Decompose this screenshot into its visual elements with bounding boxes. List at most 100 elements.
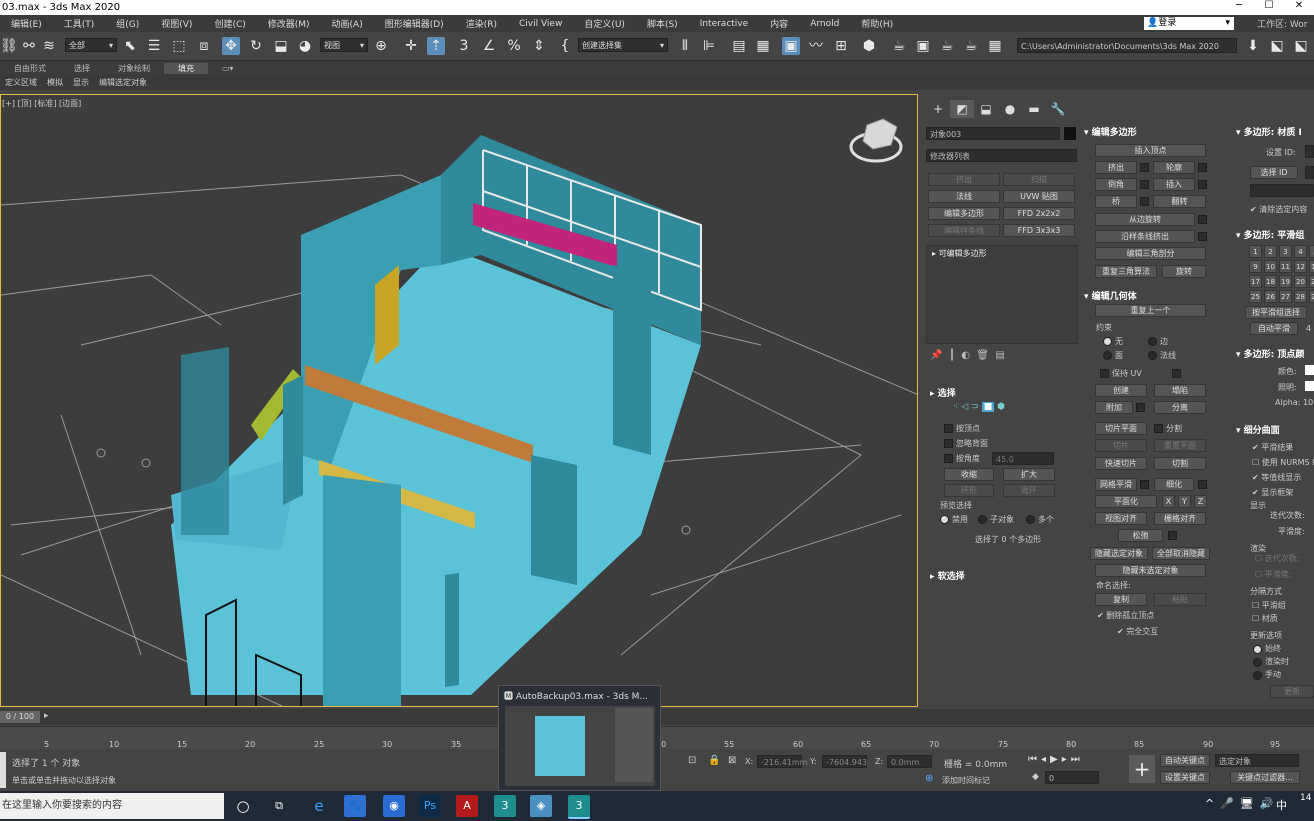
border-mode-icon[interactable]: ⊃ <box>971 402 979 412</box>
planarize-x-button[interactable]: X <box>1162 495 1175 508</box>
login-dropdown[interactable]: 👤登录 ▾ <box>1144 17 1234 30</box>
menu-group[interactable]: 组(G) <box>105 17 150 30</box>
extrude-along-spline-button[interactable]: 沿样条线挤出 <box>1095 230 1195 243</box>
ime-indicator[interactable]: 中 <box>1276 797 1287 813</box>
define-area-button[interactable]: 定义区域 <box>0 77 42 88</box>
key-filters-button[interactable]: 关键点过滤器... <box>1230 771 1300 784</box>
ffd-333-button[interactable]: FFD 3x3x3 <box>1003 224 1075 237</box>
snaps-toggle-icon[interactable]: 3 <box>455 37 473 55</box>
slice-plane-button[interactable]: 切片平面 <box>1095 422 1147 435</box>
turn-button[interactable]: 旋转 <box>1162 265 1206 278</box>
unhide-all-button[interactable]: 全部取消隐藏 <box>1152 547 1210 560</box>
by-angle-checkbox[interactable] <box>944 454 953 463</box>
extrude-spline-settings-icon[interactable] <box>1198 232 1207 241</box>
copy-button[interactable]: 复制 <box>1095 593 1147 606</box>
extrude-mod-button[interactable]: 挤出 <box>928 173 1000 186</box>
update-render-radio[interactable] <box>1253 658 1262 667</box>
render-gallery-icon[interactable]: ▦ <box>986 37 1004 55</box>
clear-selection-checkbox[interactable]: ✔ 清除选定内容 <box>1250 204 1307 215</box>
loop-button[interactable]: 循环 <box>1003 484 1055 497</box>
select-id-spinner[interactable] <box>1305 166 1314 179</box>
edit-named-sel-icon[interactable]: { <box>556 37 574 55</box>
edit-polygons-title[interactable]: ▾ 编辑多边形 <box>1084 125 1137 138</box>
meshsmooth-button[interactable]: 网格平滑 <box>1095 478 1137 491</box>
sg-button[interactable]: 21 <box>1309 275 1314 288</box>
sg-button[interactable]: 3 <box>1279 245 1292 258</box>
cut-button[interactable]: 切割 <box>1154 457 1206 470</box>
ignore-back-checkbox[interactable] <box>944 439 953 448</box>
sg-button[interactable]: 18 <box>1264 275 1277 288</box>
polygon-mode-icon[interactable]: ■ <box>981 402 995 412</box>
link-icon[interactable]: ⛓ <box>0 37 18 55</box>
sg-button[interactable]: 4 <box>1294 245 1307 258</box>
render-iterative-icon[interactable]: ☕ <box>962 37 980 55</box>
update-button[interactable]: 更新 <box>1270 685 1314 698</box>
scene-explorer-icon[interactable]: ▤ <box>730 37 748 55</box>
render-iterations[interactable]: ☐ 迭代次数: <box>1255 553 1299 564</box>
ribbon-toggle-icon[interactable]: ▣ <box>782 37 800 55</box>
menu-edit[interactable]: 编辑(E) <box>0 17 53 30</box>
select-move-icon[interactable]: ✥ <box>222 37 240 55</box>
place-icon[interactable]: ◕ <box>296 37 314 55</box>
object-name-field[interactable]: 对象003 <box>926 127 1060 140</box>
rendered-frame-icon[interactable]: ▣ <box>914 37 932 55</box>
preview-off-radio[interactable] <box>940 515 949 524</box>
normal-mod-button[interactable]: 法线 <box>928 190 1000 203</box>
sg-button[interactable]: 27 <box>1279 290 1292 303</box>
make-unique-icon[interactable]: ◐ <box>961 350 970 361</box>
max-icon-1[interactable]: 3 <box>494 795 516 817</box>
isolate-icon[interactable]: ⊡ <box>688 755 696 766</box>
task-view-icon[interactable]: ⧉ <box>268 795 290 817</box>
subdivision-title[interactable]: ▾ 细分曲面 <box>1236 423 1280 436</box>
edit-poly-mod-button[interactable]: 编辑多边形 <box>928 207 1000 220</box>
constraint-none-radio[interactable] <box>1103 337 1112 346</box>
use-nurms-checkbox[interactable]: ☐ 使用 NURMS 细 <box>1252 457 1314 468</box>
split-checkbox[interactable] <box>1154 424 1163 433</box>
select-id-button[interactable]: 选择 ID <box>1250 166 1298 179</box>
bridge-settings-icon[interactable] <box>1140 197 1149 206</box>
browser-icon[interactable]: ◉ <box>383 795 405 817</box>
illum-swatch[interactable] <box>1305 381 1314 391</box>
object-color-swatch[interactable] <box>1064 127 1076 140</box>
material-name-dropdown[interactable] <box>1250 184 1314 197</box>
detach-button[interactable]: 分离 <box>1154 401 1206 414</box>
max-icon-2[interactable]: 3 <box>568 795 590 819</box>
taskbar-preview[interactable]: 🅼 AutoBackup03.max - 3ds M... <box>498 685 661 791</box>
hide-unselected-button[interactable]: 隐藏未选定对象 <box>1095 564 1206 577</box>
attach-button[interactable]: 附加 <box>1095 401 1133 414</box>
inset-settings-icon[interactable] <box>1198 180 1207 189</box>
baidu-icon[interactable]: 🐾 <box>344 795 366 817</box>
lock-icon[interactable]: 🔒 <box>708 755 720 766</box>
edit-spline-button[interactable]: 编辑样条线 <box>928 224 1000 237</box>
open-file-icon[interactable]: ⬕ <box>1268 37 1286 55</box>
angle-spinner[interactable]: 45.0 <box>992 452 1054 465</box>
close-icon[interactable]: ✕ <box>1284 0 1314 15</box>
modifier-stack[interactable] <box>926 245 1078 344</box>
inset-button[interactable]: 插入 <box>1153 178 1195 191</box>
outline-settings-icon[interactable] <box>1198 163 1207 172</box>
menu-create[interactable]: 创建(C) <box>203 17 256 30</box>
menu-help[interactable]: 帮助(H) <box>850 17 904 30</box>
maxscript-listener[interactable] <box>0 752 6 788</box>
menu-customize[interactable]: 自定义(U) <box>573 17 636 30</box>
sg-button[interactable]: 17 <box>1249 275 1262 288</box>
reset-plane-button[interactable]: 重置平面 <box>1154 439 1206 452</box>
window-crossing-icon[interactable]: ⧈ <box>195 37 213 55</box>
relax-settings-icon[interactable] <box>1168 531 1177 540</box>
render-production-icon[interactable]: ☕ <box>938 37 956 55</box>
select-scale-icon[interactable]: ⬓ <box>272 37 290 55</box>
utilities-tab-icon[interactable]: 🔧 <box>1046 100 1070 118</box>
project-folder-icon[interactable]: ⬇ <box>1244 37 1262 55</box>
vertex-mode-icon[interactable]: ⁖ <box>953 402 958 412</box>
menu-rendering[interactable]: 渲染(R) <box>455 17 508 30</box>
hinge-settings-icon[interactable] <box>1198 215 1207 224</box>
preview-multi-radio[interactable] <box>1026 515 1035 524</box>
sg-button[interactable]: 11 <box>1279 260 1292 273</box>
hide-selected-button[interactable]: 隐藏选定对象 <box>1090 547 1148 560</box>
constraint-edge-radio[interactable] <box>1148 337 1157 346</box>
planarize-z-button[interactable]: Z <box>1194 495 1207 508</box>
go-end-icon[interactable]: ⏭ <box>1071 754 1084 765</box>
smooth-result-checkbox[interactable]: ✔ 平滑结果 <box>1252 442 1293 453</box>
edit-geometry-title[interactable]: ▾ 编辑几何体 <box>1084 289 1137 302</box>
bevel-settings-icon[interactable] <box>1140 180 1149 189</box>
